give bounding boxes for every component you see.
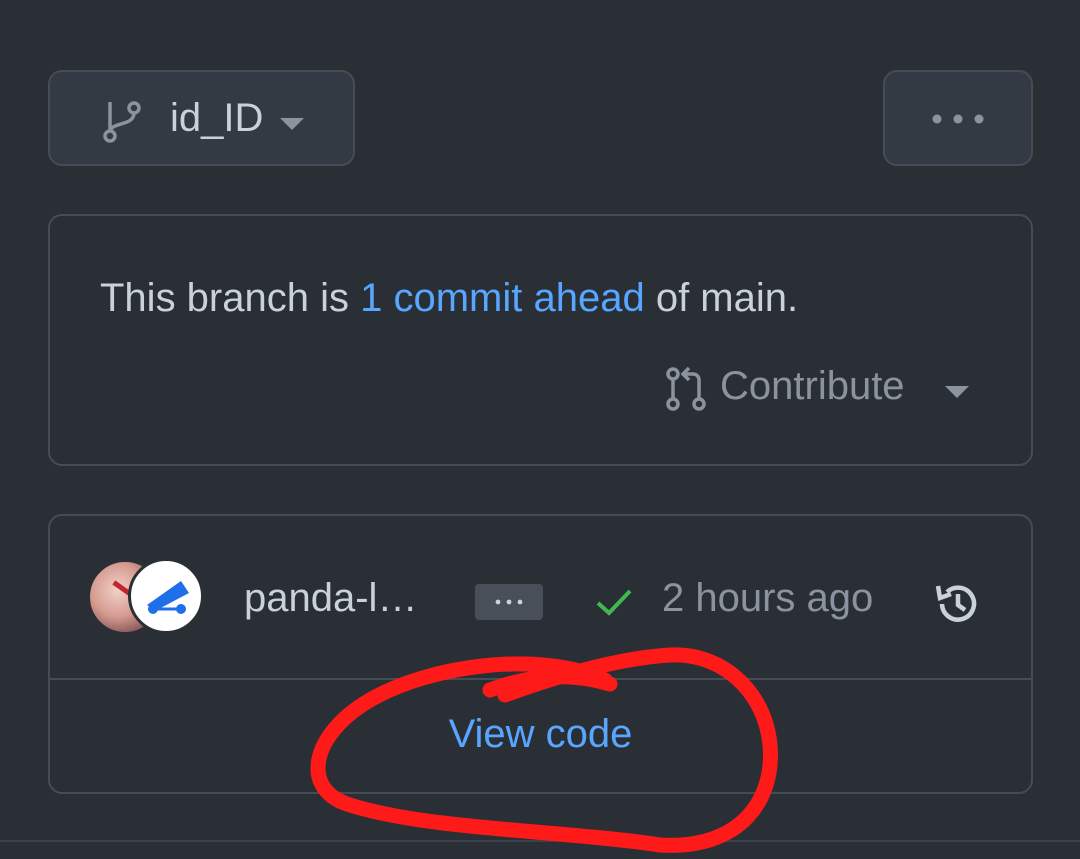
branch-status-card: This branch is 1 commit ahead of main. C…: [48, 214, 1033, 466]
expand-commit-message-button[interactable]: [475, 584, 543, 620]
branch-name: id_ID: [170, 96, 264, 140]
view-code-link[interactable]: View code: [50, 712, 1031, 757]
commits-ahead-link[interactable]: 1 commit ahead: [360, 276, 645, 320]
caret-down-icon: [280, 117, 304, 135]
branch-selector-button[interactable]: id_ID: [48, 70, 355, 166]
branch-status-message: This branch is 1 commit ahead of main.: [100, 276, 798, 321]
latest-commit-card: panda-l… 2 hours ago View code: [48, 514, 1033, 794]
branch-status-suffix: of main.: [644, 276, 799, 320]
commit-author[interactable]: panda-l…: [244, 576, 417, 621]
kebab-horizontal-icon: [931, 112, 985, 130]
git-branch-icon: [102, 100, 142, 149]
more-options-button[interactable]: [883, 70, 1033, 166]
divider: [0, 840, 1080, 842]
branch-status-prefix: This branch is: [100, 276, 361, 320]
latest-commit-row[interactable]: panda-l… 2 hours ago: [50, 516, 1031, 678]
check-icon[interactable]: [594, 586, 634, 623]
commit-time: 2 hours ago: [662, 576, 874, 620]
contribute-label: Contribute: [720, 364, 905, 408]
caret-down-icon: [945, 385, 969, 403]
history-icon[interactable]: [932, 578, 984, 635]
divider: [50, 678, 1031, 680]
bot-avatar[interactable]: [128, 558, 204, 634]
git-pull-request-icon: [665, 366, 709, 417]
